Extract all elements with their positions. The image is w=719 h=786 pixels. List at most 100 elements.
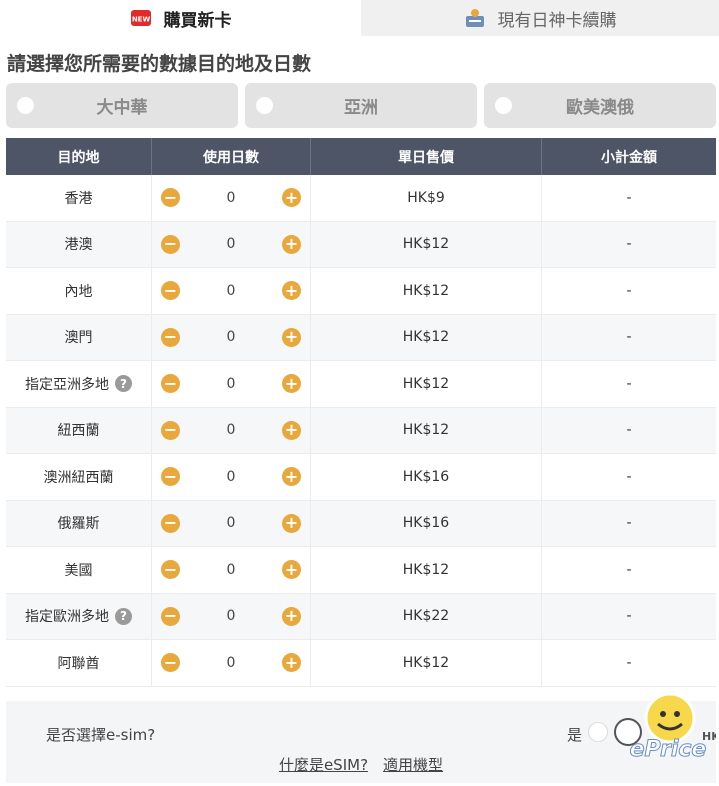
svg-text:ePrice: ePrice [630,737,707,762]
tab-buy-new-card[interactable]: NEW 購買新卡 [0,0,361,36]
days-stepper: − 0 + [152,606,310,626]
region-selector: 大中華 亞洲 歐美澳俄 [6,83,716,128]
table-row: 美國 − 0 + HK$12 - [6,547,716,594]
days-cell: − 0 + [152,547,311,593]
days-value: 0 [226,422,236,439]
subtotal-cell: - [626,654,632,671]
radio-button[interactable] [17,97,34,114]
days-stepper: − 0 + [152,281,310,301]
purchase-tabs: NEW 購買新卡 現有日神卡續購 [0,0,719,36]
plus-button[interactable]: + [281,281,301,301]
minus-button[interactable]: − [161,467,180,487]
days-stepper: − 0 + [152,560,310,580]
minus-button[interactable]: − [161,560,180,580]
new-badge-icon: NEW [130,7,152,29]
subtotal-cell: - [626,422,632,439]
minus-button[interactable]: − [161,374,180,394]
days-value: 0 [226,189,236,206]
minus-button[interactable]: − [161,653,180,673]
minus-button[interactable]: − [161,234,180,254]
price-cell: HK$16 [311,454,542,500]
price-cell: HK$12 [311,268,542,314]
price-cell: HK$22 [311,593,542,639]
days-stepper: − 0 + [152,653,310,673]
days-cell: − 0 + [152,454,311,500]
header-subtotal: 小計金額 [601,149,657,166]
plus-button[interactable]: + [281,560,301,580]
minus-button[interactable]: − [161,188,180,208]
tab-renew-card[interactable]: 現有日神卡續購 [361,0,719,36]
minus-button[interactable]: − [161,420,180,440]
destination-name: 澳門 [64,330,93,347]
table-row: 俄羅斯 − 0 + HK$16 - [6,500,716,547]
minus-button[interactable]: − [161,606,180,626]
table-row: 指定歐洲多地? − 0 + HK$22 - [6,593,716,640]
minus-button[interactable]: − [161,327,180,347]
destination-name: 俄羅斯 [57,516,100,533]
svg-text:NEW: NEW [131,16,150,24]
destination-name: 澳洲紐西蘭 [43,469,114,486]
esim-yes-label: 是 [567,726,583,744]
days-cell: − 0 + [152,640,311,686]
days-stepper: − 0 + [152,374,310,394]
days-cell: − 0 + [152,500,311,546]
destination-cell: 阿聯酋 [6,640,152,686]
help-icon[interactable]: ? [115,607,132,625]
minus-button[interactable]: − [161,513,180,533]
days-value: 0 [226,608,236,625]
plus-button[interactable]: + [281,188,301,208]
region-label: 亞洲 [344,98,378,118]
subtotal-cell: - [626,329,632,346]
table-row: 紐西蘭 − 0 + HK$12 - [6,407,716,454]
table-header: 目的地 使用日數 單日售價 小計金額 [6,138,716,175]
region-label: 大中華 [96,98,148,118]
table-row: 澳門 − 0 + HK$12 - [6,314,716,361]
destination-name: 美國 [64,562,93,579]
destination-name: 指定歐洲多地 [25,609,109,626]
destination-cell: 澳洲紐西蘭 [6,454,152,500]
region-option-greater-china[interactable]: 大中華 [6,83,238,128]
subtotal-cell: - [626,561,632,578]
radio-button[interactable] [495,97,512,114]
days-cell: − 0 + [152,593,311,639]
plus-button[interactable]: + [281,513,301,533]
subtotal-cell: - [626,189,632,206]
esim-question: 是否選擇e-sim? [46,726,156,744]
days-cell: − 0 + [152,407,311,453]
days-value: 0 [226,515,236,532]
header-days: 使用日數 [152,138,311,175]
destination-cell: 俄羅斯 [6,500,152,546]
plus-button[interactable]: + [281,327,301,347]
what-is-esim-link[interactable]: 什麼是eSIM? [279,754,368,775]
plus-button[interactable]: + [281,374,301,394]
header-daily-price: 單日售價 [311,138,542,175]
days-value: 0 [226,468,236,485]
compatible-devices-link[interactable]: 適用機型 [383,754,443,775]
esim-yes-radio[interactable] [588,722,608,742]
plus-button[interactable]: + [281,467,301,487]
price-cell: HK$12 [311,407,542,453]
plus-button[interactable]: + [281,653,301,673]
destination-name: 香港 [64,190,93,207]
table-row: 指定亞洲多地? −0 + HK$12- [6,361,716,408]
svg-text:HK: HK [702,730,716,743]
table-row: 香港 − 0 + HK$9 - [6,175,716,222]
days-stepper: − 0 + [152,234,310,254]
tab-renew-card-label: 現有日神卡續購 [497,10,617,31]
region-option-asia[interactable]: 亞洲 [245,83,477,128]
plus-button[interactable]: + [281,234,301,254]
destination-name: 紐西蘭 [57,423,100,440]
destination-cell: 港澳 [6,221,152,267]
days-cell: − 0 + [152,175,311,221]
card-renew-icon [464,7,486,29]
region-option-europe-america[interactable]: 歐美澳俄 [484,83,716,128]
subtotal-cell: - [626,608,632,625]
subtotal-cell: - [626,515,632,532]
help-icon[interactable]: ? [115,375,132,393]
page-title: 請選擇您所需要的數據目的地及日數 [7,53,312,75]
radio-button[interactable] [256,97,273,114]
days-stepper: − 0 + [152,513,310,533]
plus-button[interactable]: + [281,420,301,440]
minus-button[interactable]: − [161,281,180,301]
plus-button[interactable]: + [281,606,301,626]
